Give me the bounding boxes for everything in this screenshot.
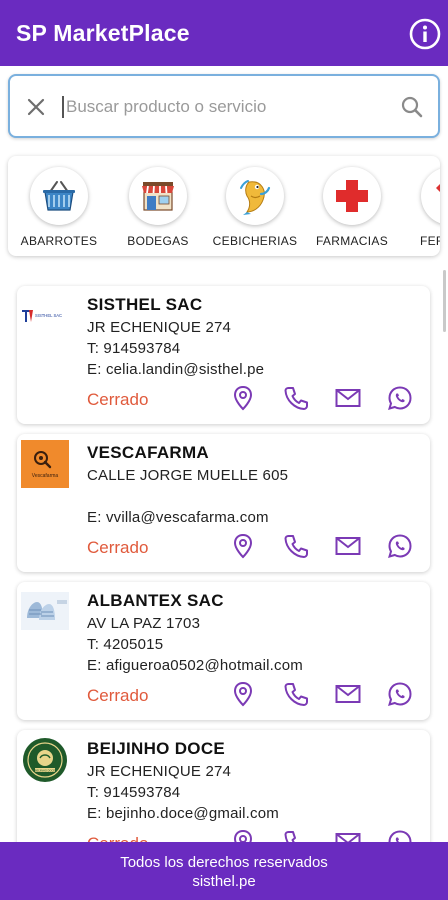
business-name: BEIJINHO DOCE bbox=[87, 739, 226, 758]
app-bar: SP MarketPlace bbox=[0, 0, 448, 66]
location-pin-icon[interactable] bbox=[229, 532, 257, 560]
business-name: ALBANTEX SAC bbox=[87, 591, 224, 610]
search-input[interactable] bbox=[66, 90, 386, 124]
category-ferreterias[interactable]: FERR bbox=[402, 156, 440, 256]
category-label: FERR bbox=[420, 234, 440, 248]
email-icon[interactable] bbox=[334, 680, 362, 708]
svg-text:SISTHEL SAC: SISTHEL SAC bbox=[35, 313, 62, 318]
shopping-basket-icon bbox=[30, 167, 88, 225]
business-logo: BEIJINHO DOCE bbox=[21, 736, 69, 784]
business-phone: T: 914593784 bbox=[87, 340, 181, 357]
business-address: JR ECHENIQUE 274 bbox=[87, 763, 232, 780]
business-card[interactable]: ALBANTEX SAC AV LA PAZ 1703 T: 4205015 E… bbox=[17, 582, 430, 720]
footer: Todos los derechos reservados sisthel.pe bbox=[0, 842, 448, 900]
category-abarrotes[interactable]: ABARROTES bbox=[11, 156, 107, 256]
text-cursor bbox=[62, 96, 64, 118]
business-address: JR ECHENIQUE 274 bbox=[87, 319, 232, 336]
business-email: E: celia.landin@sisthel.pe bbox=[87, 361, 265, 378]
svg-text:Vescafarma: Vescafarma bbox=[32, 473, 59, 479]
phone-icon[interactable] bbox=[282, 384, 310, 412]
footer-copyright: Todos los derechos reservados bbox=[120, 854, 328, 871]
business-phone: T: 914593784 bbox=[87, 784, 181, 801]
scrollbar[interactable] bbox=[443, 270, 446, 332]
business-card[interactable]: SISTHEL SAC SISTHEL SAC JR ECHENIQUE 274… bbox=[17, 286, 430, 424]
red-cross-icon bbox=[323, 167, 381, 225]
phone-icon[interactable] bbox=[282, 680, 310, 708]
business-email: E: afigueroa0502@hotmail.com bbox=[87, 657, 303, 674]
search-bar bbox=[8, 74, 440, 138]
location-pin-icon[interactable] bbox=[229, 680, 257, 708]
app-title: SP MarketPlace bbox=[16, 20, 190, 46]
location-pin-icon[interactable] bbox=[229, 384, 257, 412]
email-icon[interactable] bbox=[334, 384, 362, 412]
category-label: ABARROTES bbox=[20, 234, 98, 248]
whatsapp-icon[interactable] bbox=[386, 384, 414, 412]
hardware-icon bbox=[421, 167, 440, 225]
email-icon[interactable] bbox=[334, 532, 362, 560]
category-carousel[interactable]: ABARROTES BODEGAS CEBICHERIAS FARMACIAS … bbox=[8, 156, 440, 256]
svg-text:BEIJINHO DOCE: BEIJINHO DOCE bbox=[35, 768, 55, 772]
business-phone: T: 4205015 bbox=[87, 636, 164, 653]
category-bodegas[interactable]: BODEGAS bbox=[110, 156, 206, 256]
business-logo: SISTHEL SAC bbox=[21, 292, 69, 340]
footer-website: sisthel.pe bbox=[192, 873, 256, 890]
category-farmacias[interactable]: FARMACIAS bbox=[304, 156, 400, 256]
business-address: CALLE JORGE MUELLE 605 bbox=[87, 467, 289, 484]
info-icon[interactable] bbox=[409, 18, 441, 50]
business-address: AV LA PAZ 1703 bbox=[87, 615, 201, 632]
status-label: Cerrado bbox=[87, 390, 149, 409]
category-cebicherias[interactable]: CEBICHERIAS bbox=[207, 156, 303, 256]
business-card[interactable]: Vescafarma VESCAFARMA CALLE JORGE MUELLE… bbox=[17, 434, 430, 572]
status-label: Cerrado bbox=[87, 538, 149, 557]
whatsapp-icon[interactable] bbox=[386, 680, 414, 708]
category-label: FARMACIAS bbox=[315, 234, 389, 248]
business-email: E: bejinho.doce@gmail.com bbox=[87, 805, 279, 822]
storefront-icon bbox=[129, 167, 187, 225]
business-email: E: vvilla@vescafarma.com bbox=[87, 509, 269, 526]
status-label: Cerrado bbox=[87, 686, 149, 705]
business-logo bbox=[21, 588, 69, 636]
category-label: BODEGAS bbox=[127, 234, 189, 248]
business-name: SISTHEL SAC bbox=[87, 295, 203, 314]
category-label: CEBICHERIAS bbox=[212, 234, 298, 248]
business-name: VESCAFARMA bbox=[87, 443, 210, 462]
phone-icon[interactable] bbox=[282, 532, 310, 560]
fish-icon bbox=[226, 167, 284, 225]
close-icon[interactable] bbox=[26, 97, 46, 117]
search-icon[interactable] bbox=[400, 95, 424, 119]
whatsapp-icon[interactable] bbox=[386, 532, 414, 560]
business-logo: Vescafarma bbox=[21, 440, 69, 488]
